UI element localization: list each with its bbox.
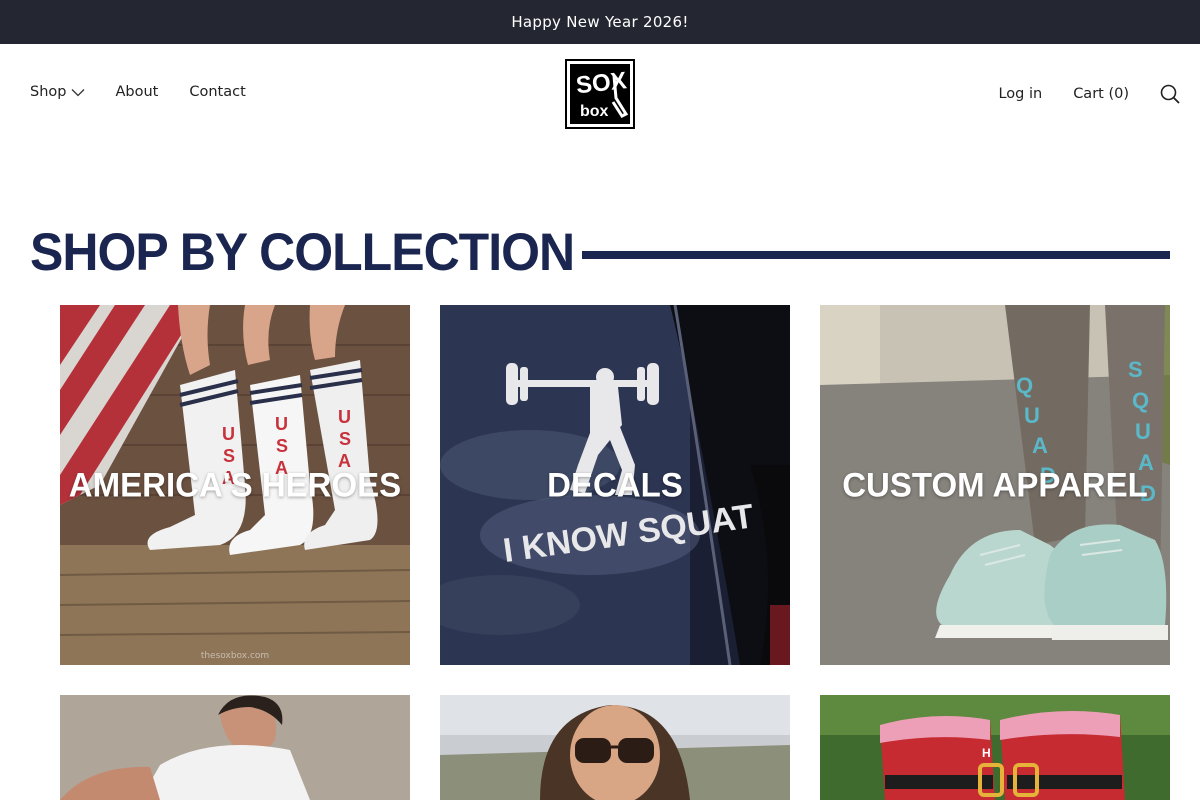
site-logo[interactable]: SOX box	[565, 59, 635, 129]
nav-about[interactable]: About	[115, 84, 158, 100]
collection-tile-decals[interactable]: I KNOW SQUAT DECALS	[440, 305, 790, 665]
search-icon	[1160, 84, 1180, 104]
collection-tile-custom-apparel[interactable]: QUAD SQUAD CUSTOM APPAREL	[820, 305, 1170, 665]
search-button[interactable]	[1160, 84, 1180, 104]
section-divider	[582, 251, 1170, 259]
nav-shop[interactable]: Shop	[30, 84, 85, 100]
collection-label	[60, 695, 410, 800]
announcement-text: Happy New Year 2026!	[511, 13, 689, 31]
logo-text-sox: SOX	[575, 67, 628, 99]
collection-tile-americas-heroes[interactable]: USA USA USA AMERICA'S HEROES thesoxbox.c…	[60, 305, 410, 665]
login-link[interactable]: Log in	[998, 86, 1042, 102]
logo-graphic: SOX box	[575, 67, 629, 120]
nav-contact[interactable]: Contact	[189, 84, 245, 100]
nav-shop-label: Shop	[30, 84, 67, 100]
site-header: Shop About Contact SOX box Log in Cart (…	[0, 44, 1200, 144]
announcement-bar: Happy New Year 2026!	[0, 0, 1200, 44]
collection-label: CUSTOM APPAREL	[842, 465, 1148, 504]
cart-link[interactable]: Cart (0)	[1073, 86, 1129, 102]
section-title: SHOP BY COLLECTION	[30, 222, 575, 282]
logo-text-box: box	[580, 103, 609, 120]
main-nav: Shop About Contact	[30, 84, 246, 100]
collection-label	[820, 695, 1170, 800]
collection-label: AMERICA'S HEROES	[68, 465, 402, 504]
collection-tile-6[interactable]: H	[820, 695, 1170, 800]
account-nav: Log in Cart (0)	[998, 84, 1180, 104]
collection-label: DECALS	[547, 465, 683, 504]
image-watermark: thesoxbox.com	[200, 651, 270, 661]
collection-label	[440, 695, 790, 800]
collection-tile-4[interactable]	[60, 695, 410, 800]
section-header: SHOP BY COLLECTION	[30, 222, 1170, 282]
logo-mark: SOX box	[570, 64, 630, 124]
chevron-down-icon	[72, 88, 85, 96]
collection-tile-5[interactable]	[440, 695, 790, 800]
